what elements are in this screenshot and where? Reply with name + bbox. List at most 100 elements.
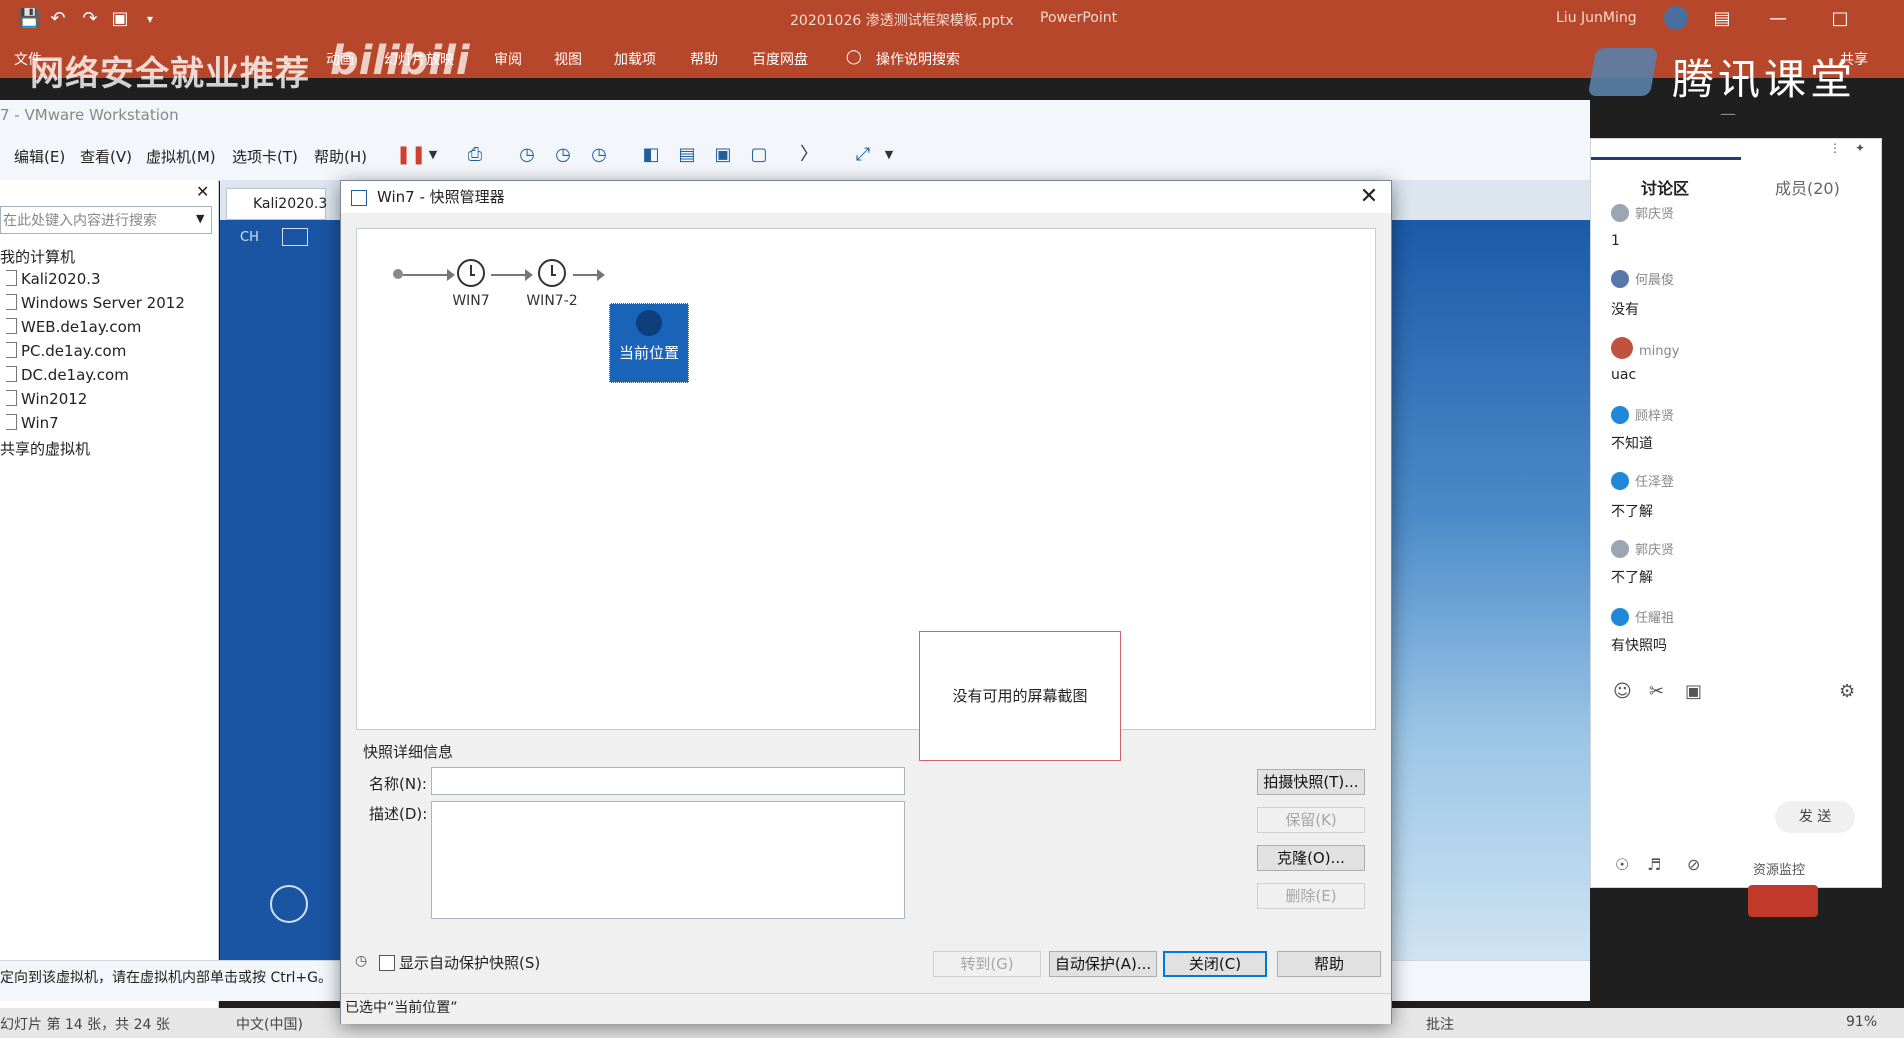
ribbon-display-icon[interactable]: ▤ xyxy=(1712,9,1732,29)
pin-icon[interactable]: ✦ xyxy=(1855,141,1865,155)
chat-message: 郭庆贤 xyxy=(1611,203,1674,222)
menu-view[interactable]: 查看(V) xyxy=(80,146,132,167)
vmware-menubar: 编辑(E) 查看(V) 虚拟机(M) 选项卡(T) 帮助(H) ❚❚ ▼ ⎙ ◷… xyxy=(0,130,1590,181)
snapshot-icon[interactable]: ◷ xyxy=(516,144,538,166)
send-keys-icon[interactable]: ⎙ xyxy=(464,144,486,166)
current-state-node[interactable]: 当前位置 xyxy=(609,303,689,383)
clone-button[interactable]: 克隆(O)... xyxy=(1257,845,1365,871)
screenshot-preview: 没有可用的屏幕截图 xyxy=(919,631,1121,761)
stop-share-button[interactable] xyxy=(1748,885,1818,917)
save-icon[interactable]: 💾 xyxy=(18,9,40,29)
tree-vm-pc[interactable]: PC.de1ay.com xyxy=(6,342,126,360)
show-autoprotect-checkbox[interactable] xyxy=(379,955,395,971)
stretch-icon[interactable]: ⤢ xyxy=(852,144,874,166)
vm-icon xyxy=(6,366,17,382)
keep-button[interactable]: 保留(K) xyxy=(1257,807,1365,833)
dialog-close-icon[interactable]: ✕ xyxy=(1355,183,1383,211)
avatar xyxy=(1611,472,1629,490)
tab-review[interactable]: 审阅 xyxy=(494,49,522,69)
pause-icon[interactable]: ❚❚ xyxy=(396,144,426,166)
tell-me-search[interactable]: 操作说明搜索 xyxy=(876,49,960,69)
mic-off-icon[interactable]: ⊘ xyxy=(1687,855,1700,874)
search-dropdown-icon[interactable]: ▼ xyxy=(196,212,204,225)
chat-text: 没有 xyxy=(1611,302,1639,318)
menu-help[interactable]: 帮助(H) xyxy=(314,146,367,167)
tab-view[interactable]: 视图 xyxy=(554,49,582,69)
fullscreen-icon[interactable]: ▣ xyxy=(712,144,734,166)
current-state-label: 当前位置 xyxy=(618,344,679,362)
vm-icon xyxy=(6,294,17,310)
customize-icon[interactable]: ▾ xyxy=(140,9,160,29)
snapshot-description-field[interactable] xyxy=(431,801,905,919)
console-icon[interactable]: 〉 xyxy=(798,144,820,166)
vm-kbd-badge: CH xyxy=(240,230,259,245)
tree-shared-vms[interactable]: 共享的虚拟机 xyxy=(0,438,90,459)
details-heading: 快照详细信息 xyxy=(363,743,454,761)
menu-edit[interactable]: 编辑(E) xyxy=(14,146,65,167)
powerpoint-titlebar: 💾 ↶ ↷ ▣ ▾ 20201026 渗透测试框架模板.pptx PowerPo… xyxy=(0,0,1904,38)
vm-power-icon[interactable] xyxy=(270,885,308,923)
ppt-appname: PowerPoint xyxy=(1040,10,1118,26)
undo-icon[interactable]: ↶ xyxy=(48,9,68,29)
language-status[interactable]: 中文(中国) xyxy=(236,1014,303,1034)
resource-monitor-label[interactable]: 资源监控 xyxy=(1753,859,1805,878)
tab-help[interactable]: 帮助 xyxy=(690,49,718,69)
snapshot-manager-icon[interactable]: ◷ xyxy=(588,144,610,166)
tree-vm-kali[interactable]: Kali2020.3 xyxy=(6,270,101,288)
zoom-level[interactable]: 91% xyxy=(1846,1014,1877,1030)
speaker-icon[interactable]: ♬ xyxy=(1647,855,1661,874)
emoji-icon[interactable]: ☺ xyxy=(1613,681,1632,702)
unity-icon[interactable]: ▢ xyxy=(748,144,770,166)
redo-icon[interactable]: ↷ xyxy=(80,9,100,29)
take-snapshot-button[interactable]: 拍摄快照(T)... xyxy=(1257,769,1365,795)
tree-vm-web[interactable]: WEB.de1ay.com xyxy=(6,318,141,336)
chat-text: 不了解 xyxy=(1611,504,1653,520)
library-close-icon[interactable]: ✕ xyxy=(196,182,209,201)
library-search-input[interactable]: 在此处键入内容进行搜索 xyxy=(0,206,212,234)
ppt-user[interactable]: Liu JunMing xyxy=(1556,10,1637,26)
settings-icon[interactable]: ⚙ xyxy=(1839,681,1855,702)
tab-baidu[interactable]: 百度网盘 xyxy=(752,49,808,69)
autoprotect-button[interactable]: 自动保护(A)... xyxy=(1049,951,1157,977)
tree-vm-win2012[interactable]: Win2012 xyxy=(6,390,87,408)
snapshot-node-win7-2[interactable]: WIN7-2 xyxy=(517,259,587,309)
vm-minimize-icon[interactable]: — xyxy=(1720,104,1736,123)
show-autoprotect-label[interactable]: 显示自动保护快照(S) xyxy=(399,952,540,973)
tencent-classroom-logo-icon xyxy=(1587,48,1659,96)
delete-button[interactable]: 删除(E) xyxy=(1257,883,1365,909)
minimize-icon[interactable]: — xyxy=(1768,9,1788,29)
thumbnail-view-icon[interactable]: ▤ xyxy=(676,144,698,166)
tab-discussion[interactable]: 讨论区 xyxy=(1641,175,1689,199)
tree-my-computer[interactable]: 我的计算机 xyxy=(0,246,75,267)
chat-message: 何晨俊 xyxy=(1611,269,1674,288)
snapshot-name-field[interactable] xyxy=(431,767,905,795)
stretch-dropdown-icon[interactable]: ▼ xyxy=(878,144,900,166)
tree-vm-winserver2012[interactable]: Windows Server 2012 xyxy=(6,294,185,312)
vm-tab-kali[interactable]: Kali2020.3 xyxy=(226,188,327,220)
more-icon[interactable]: ⋮ xyxy=(1829,141,1841,155)
help-button[interactable]: 帮助 xyxy=(1277,951,1381,977)
tree-vm-dc[interactable]: DC.de1ay.com xyxy=(6,366,129,384)
tab-members[interactable]: 成员(20) xyxy=(1775,175,1840,199)
user-avatar[interactable] xyxy=(1664,6,1688,30)
comments-button[interactable]: 批注 xyxy=(1426,1014,1454,1034)
tab-addins[interactable]: 加载项 xyxy=(614,49,656,69)
snapshot-manager-dialog: Win7 - 快照管理器 ✕ WIN7 WIN7-2 当前位置 快照详细信息 名… xyxy=(340,180,1392,1024)
snapshot-node-win7[interactable]: WIN7 xyxy=(441,259,501,309)
send-button[interactable]: 发 送 xyxy=(1775,801,1855,833)
menu-tabs[interactable]: 选项卡(T) xyxy=(232,146,298,167)
microphone-icon[interactable]: ☉ xyxy=(1615,855,1629,874)
scissors-icon[interactable]: ✂ xyxy=(1649,681,1664,702)
maximize-icon[interactable]: □ xyxy=(1830,9,1850,29)
revert-snapshot-icon[interactable]: ◷ xyxy=(552,144,574,166)
vm-icon xyxy=(6,318,17,334)
sidebar-view-icon[interactable]: ◧ xyxy=(640,144,662,166)
goto-button[interactable]: 转到(G) xyxy=(933,951,1041,977)
image-icon[interactable]: ▣ xyxy=(1685,681,1702,702)
menu-vm[interactable]: 虚拟机(M) xyxy=(146,146,216,167)
close-button[interactable]: 关闭(C) xyxy=(1163,951,1267,977)
tree-vm-win7[interactable]: Win7 xyxy=(6,414,59,432)
snapshot-tree[interactable]: WIN7 WIN7-2 当前位置 xyxy=(356,228,1376,730)
present-icon[interactable]: ▣ xyxy=(110,9,130,29)
pause-dropdown-icon[interactable]: ▼ xyxy=(422,144,444,166)
